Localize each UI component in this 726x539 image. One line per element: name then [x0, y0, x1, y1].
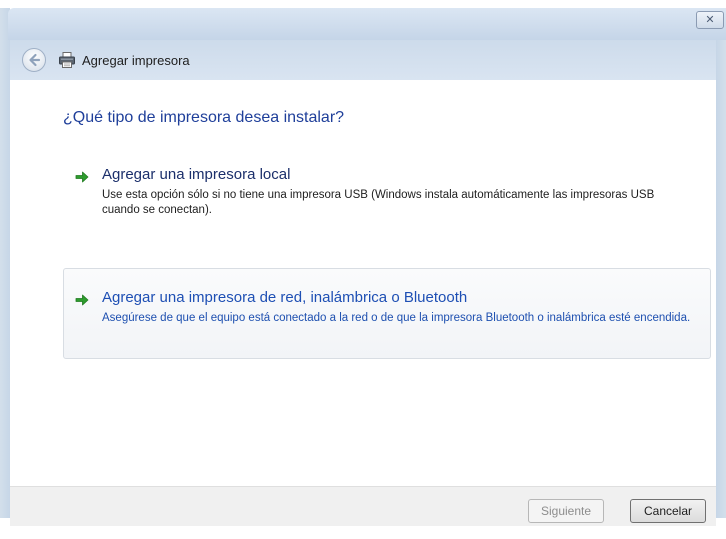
option-network-description: Asegúrese de que el equipo está conectad… — [102, 312, 691, 324]
close-icon: ✕ — [705, 13, 715, 26]
window-title: Agregar impresora — [82, 53, 190, 68]
window-frame-left — [0, 8, 10, 518]
add-printer-window: ✕ Agregar impresora ¿Qué tipo de impreso… — [0, 0, 726, 539]
window-frame-right — [716, 8, 726, 518]
printer-icon — [59, 52, 75, 68]
option-add-local-printer[interactable]: Agregar una impresora local Use esta opc… — [63, 160, 711, 230]
option-local-title: Agregar una impresora local — [102, 166, 291, 183]
next-button[interactable]: Siguiente — [528, 499, 604, 523]
navigation-bar: Agregar impresora — [10, 40, 716, 80]
wizard-footer: Siguiente Cancelar — [10, 486, 716, 526]
cancel-button[interactable]: Cancelar — [630, 499, 706, 523]
back-button[interactable] — [22, 48, 46, 72]
green-arrow-icon — [75, 294, 89, 306]
close-button[interactable]: ✕ — [696, 11, 724, 29]
main-content: ¿Qué tipo de impresora desea instalar? A… — [10, 80, 716, 486]
green-arrow-icon — [75, 171, 89, 183]
back-arrow-icon — [29, 53, 41, 67]
title-bar: ✕ — [8, 8, 726, 40]
option-add-network-printer[interactable]: Agregar una impresora de red, inalámbric… — [63, 268, 711, 359]
option-network-title: Agregar una impresora de red, inalámbric… — [102, 289, 468, 306]
page-heading: ¿Qué tipo de impresora desea instalar? — [63, 109, 345, 126]
window-frame-bottom — [0, 526, 726, 539]
option-local-description: Use esta opción sólo si no tiene una imp… — [102, 189, 655, 216]
